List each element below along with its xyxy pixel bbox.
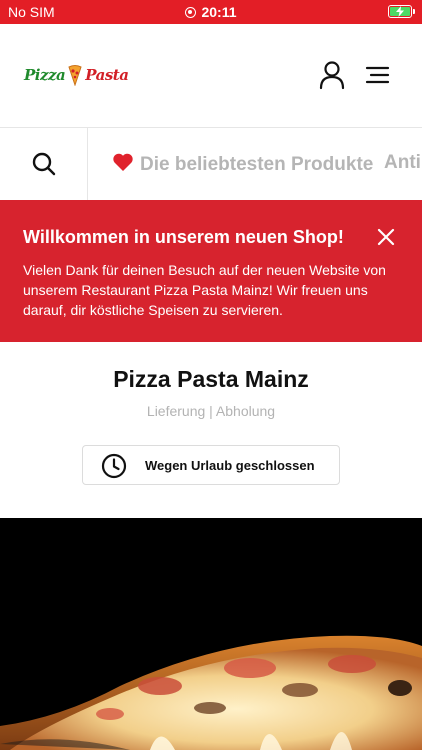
search-icon bbox=[32, 152, 55, 176]
store-order-modes: Lieferung | Abholung bbox=[146, 403, 276, 419]
site-header: Pizza Pasta bbox=[0, 24, 422, 128]
category-bar: Die beliebtesten Produkte Antipasti bbox=[0, 128, 422, 200]
category-label: Die beliebtesten Produkte bbox=[140, 154, 374, 175]
close-icon[interactable] bbox=[376, 227, 396, 247]
pizza-photo bbox=[0, 518, 422, 750]
clock-icon bbox=[101, 453, 127, 479]
screen-record-icon bbox=[185, 7, 197, 18]
user-account-icon[interactable] bbox=[318, 60, 346, 90]
pizza-pasta-logo[interactable]: Pizza Pasta bbox=[24, 60, 129, 90]
banner-title: Willkommen in unserem neuen Shop! bbox=[23, 227, 344, 247]
welcome-banner: Willkommen in unserem neuen Shop! Vielen… bbox=[0, 200, 422, 342]
category-popular-products[interactable]: Die beliebtesten Produkte bbox=[112, 152, 373, 176]
status-time: 20:11 bbox=[201, 4, 237, 20]
search-button[interactable] bbox=[0, 128, 88, 200]
pizza-slice-icon bbox=[68, 65, 82, 86]
category-antipasti[interactable]: Antipasti bbox=[384, 152, 422, 174]
hamburger-menu-icon[interactable] bbox=[364, 64, 390, 86]
hero-pizza-image bbox=[0, 518, 422, 750]
store-name: Pizza Pasta Mainz bbox=[113, 366, 309, 392]
store-status-button[interactable]: Wegen Urlaub geschlossen bbox=[82, 445, 340, 485]
status-bar: No SIM 20:11 bbox=[0, 0, 422, 24]
heart-icon bbox=[113, 153, 133, 171]
category-label: Antipasti bbox=[384, 152, 422, 173]
battery-icon bbox=[388, 5, 415, 18]
status-time-wrap: 20:11 bbox=[0, 4, 422, 20]
logo-word-pasta: Pasta bbox=[85, 66, 129, 84]
store-status-label: Wegen Urlaub geschlossen bbox=[145, 458, 315, 473]
banner-message: Vielen Dank für deinen Besuch auf der ne… bbox=[23, 262, 386, 318]
logo-word-pizza: Pizza bbox=[24, 66, 66, 84]
category-list: Die beliebtesten Produkte Antipasti bbox=[88, 128, 422, 200]
